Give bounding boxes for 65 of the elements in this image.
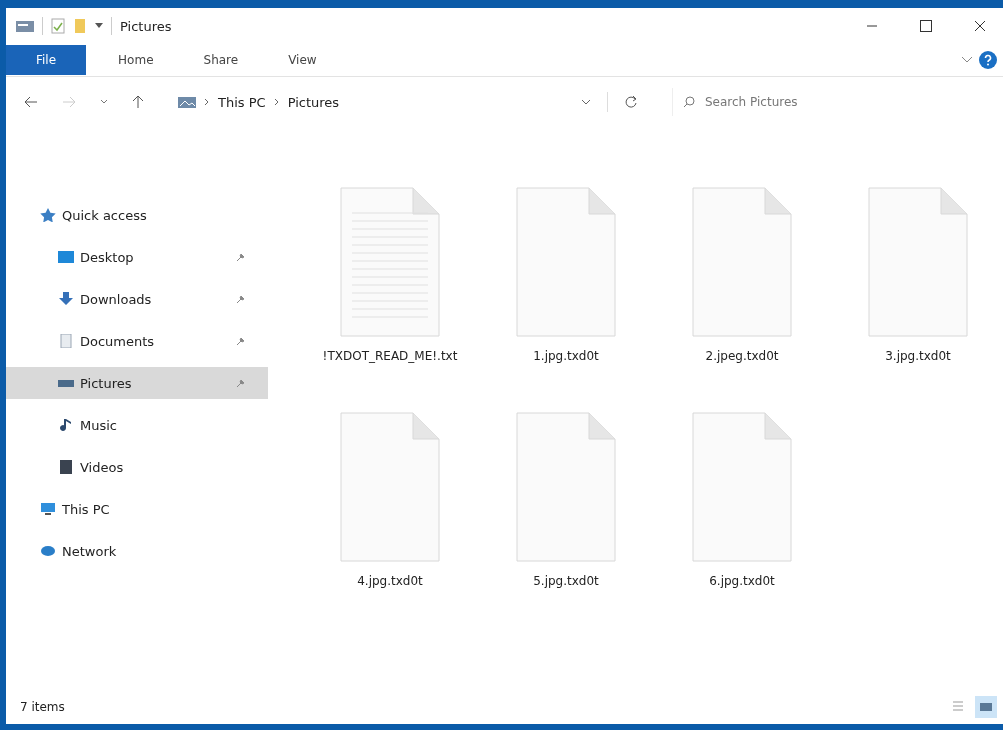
nav-item[interactable]: Desktop: [6, 241, 268, 273]
nav-item[interactable]: Quick access: [6, 199, 268, 231]
help-icon[interactable]: [979, 51, 997, 69]
file-item[interactable]: 5.jpg.txd0t: [481, 412, 651, 637]
blank-file-icon: [516, 412, 616, 562]
text-file-icon: [340, 187, 440, 337]
file-name: 2.jpeg.txd0t: [704, 349, 780, 363]
nav-item[interactable]: Downloads: [6, 283, 268, 315]
nav-item[interactable]: Network: [6, 535, 268, 567]
file-item[interactable]: 6.jpg.txd0t: [657, 412, 827, 637]
window-title: Pictures: [120, 18, 172, 34]
star-icon: [40, 208, 56, 222]
music-note-icon: [58, 418, 74, 432]
chevron-right-icon: [204, 98, 210, 106]
back-arrow-icon[interactable]: [24, 96, 38, 108]
dropdown-arrow-icon[interactable]: [95, 23, 103, 29]
file-name: 3.jpg.txd0t: [884, 349, 952, 363]
folder-app-icon: [16, 19, 34, 33]
search-icon: [683, 96, 695, 108]
ribbon-tab[interactable]: View: [270, 45, 335, 75]
ribbon-tab[interactable]: Share: [185, 45, 257, 75]
file-item[interactable]: !TXDOT_READ_ME!.txt: [305, 187, 475, 412]
blank-file-icon: [692, 187, 792, 337]
network-icon: [40, 544, 56, 558]
document-icon: [58, 334, 74, 348]
nav-item[interactable]: Videos: [6, 451, 268, 483]
pin-icon[interactable]: [236, 294, 246, 304]
file-item[interactable]: 3.jpg.txd0t: [833, 187, 1003, 412]
blank-file-icon: [516, 187, 616, 337]
chevron-right-icon: [273, 98, 280, 106]
nav-item[interactable]: Music: [6, 409, 268, 441]
ribbon-tab[interactable]: File: [6, 45, 87, 75]
nav-item[interactable]: This PC: [6, 493, 268, 525]
file-name: !TXDOT_READ_ME!.txt: [321, 349, 459, 363]
chevron-down-icon[interactable]: [961, 56, 973, 64]
down-arrow-icon: [58, 292, 74, 306]
file-name: 1.jpg.txd0t: [532, 349, 600, 363]
chevron-down-icon[interactable]: [581, 99, 591, 105]
item-count: 7 items: [20, 700, 65, 714]
nav-item[interactable]: Documents: [6, 325, 268, 357]
breadcrumb-item[interactable]: Pictures: [287, 94, 340, 110]
nav-item[interactable]: Pictures: [6, 367, 268, 399]
pin-icon[interactable]: [236, 336, 246, 346]
file-name: 4.jpg.txd0t: [356, 574, 424, 588]
pin-icon[interactable]: [236, 252, 246, 262]
blank-file-icon: [868, 187, 968, 337]
blank-file-icon: [692, 412, 792, 562]
large-icons-view-icon[interactable]: [975, 696, 997, 718]
computer-icon: [40, 502, 56, 516]
breadcrumb-item[interactable]: This PC: [218, 94, 266, 110]
ribbon-tab[interactable]: Home: [100, 45, 172, 75]
up-arrow-icon[interactable]: [132, 95, 144, 109]
pictures-folder-icon: [178, 95, 196, 109]
file-name: 5.jpg.txd0t: [532, 574, 600, 588]
refresh-icon[interactable]: [624, 95, 638, 109]
blank-file-icon: [340, 412, 440, 562]
file-item[interactable]: 1.jpg.txd0t: [481, 187, 651, 412]
folder-icon: [58, 250, 74, 264]
file-item[interactable]: 4.jpg.txd0t: [305, 412, 475, 637]
film-icon: [58, 460, 74, 474]
address-bar[interactable]: This PC Pictures: [168, 88, 648, 116]
file-item[interactable]: 2.jpeg.txd0t: [657, 187, 827, 412]
recent-dropdown-icon[interactable]: [100, 99, 108, 105]
pin-icon[interactable]: [236, 378, 246, 388]
file-name: 6.jpg.txd0t: [708, 574, 776, 588]
